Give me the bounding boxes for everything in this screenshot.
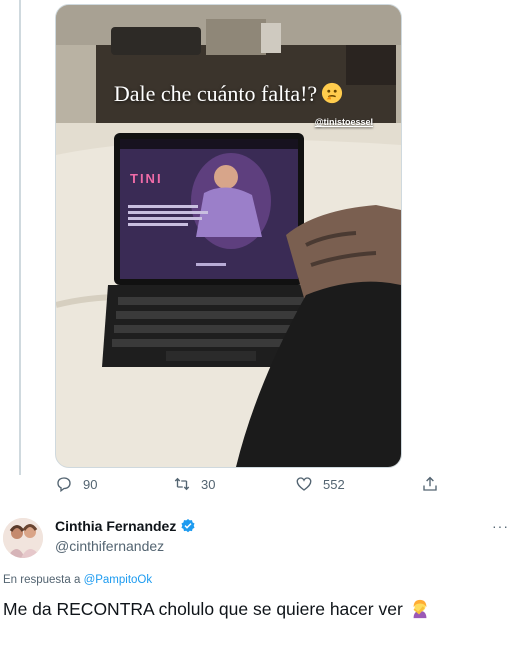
avatar-image (3, 518, 43, 558)
reply-text: Me da RECONTRA cholulo que se quiere hac… (3, 598, 431, 620)
retweet-icon (174, 477, 190, 491)
share-action[interactable] (421, 475, 439, 493)
retweet-count: 30 (201, 476, 216, 492)
author-name[interactable]: Cinthia Fernandez (55, 518, 176, 534)
replying-mention-link[interactable]: @PampitoOk (84, 574, 153, 586)
author-row: Cinthia Fernandez (55, 518, 196, 534)
reply-text-body: Me da RECONTRA cholulo que se quiere hac… (3, 598, 403, 619)
story-tag: @tinistoessel (314, 117, 373, 127)
thinking-face-icon (322, 82, 343, 104)
replying-prefix: En respuesta a (3, 574, 81, 586)
avatar[interactable] (3, 518, 43, 558)
photo-scene (56, 5, 401, 467)
like-action[interactable]: 552 (295, 475, 345, 493)
author-handle[interactable]: @cinthifernandez (55, 538, 164, 554)
retweet-action[interactable]: 30 (173, 475, 215, 493)
heart-icon (296, 477, 312, 491)
tweet-actions: 90 30 552 (55, 475, 455, 499)
replying-to: En respuesta a @PampitoOk (3, 574, 152, 586)
like-count: 552 (323, 476, 345, 492)
story-caption: Dale che cuánto falta!? (56, 81, 401, 107)
verified-badge-icon (181, 519, 195, 533)
reply-action[interactable]: 90 (55, 475, 97, 493)
woman-facepalming-icon (413, 599, 427, 619)
reply-count: 90 (83, 476, 98, 492)
share-icon (423, 476, 437, 491)
reply-icon (57, 477, 71, 493)
laptop-screen-title: TINI (130, 171, 163, 186)
tweet-photo[interactable]: Dale che cuánto falta!? @tinistoessel TI… (55, 4, 402, 468)
more-options-button[interactable]: ··· (492, 518, 509, 534)
thread-line (19, 0, 21, 475)
